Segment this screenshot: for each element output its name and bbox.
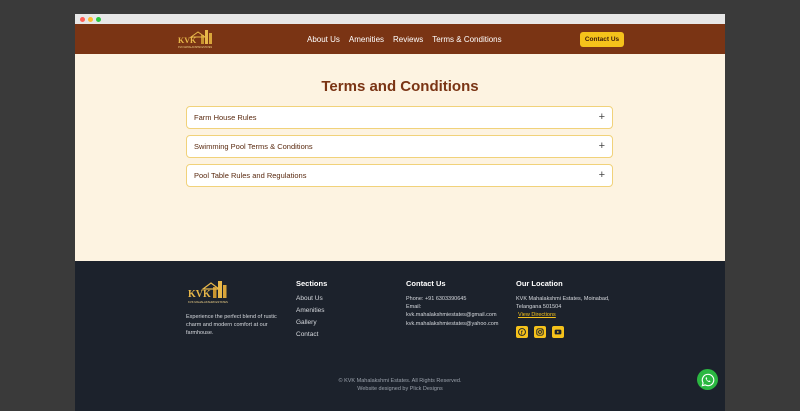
- nav-link-terms[interactable]: Terms & Conditions: [432, 35, 501, 44]
- footer-tagline: Experience the perfect blend of rustic c…: [186, 314, 277, 336]
- accordion-label: Farm House Rules: [194, 113, 257, 122]
- footer-link-amenities[interactable]: Amenities: [296, 307, 325, 314]
- whatsapp-icon[interactable]: [697, 369, 718, 390]
- svg-text:KVK MAHALAKSHMI ESTATES: KVK MAHALAKSHMI ESTATES: [178, 46, 212, 49]
- footer-logo[interactable]: KVK KVK MAHALAKSHMI ESTATES: [187, 278, 233, 306]
- plus-icon: +: [598, 140, 605, 152]
- view-directions-link[interactable]: View Directions: [518, 312, 556, 318]
- facebook-icon[interactable]: f: [516, 326, 528, 338]
- contact-email-label: Email:: [406, 304, 422, 310]
- instagram-icon[interactable]: [534, 326, 546, 338]
- svg-text:KVK: KVK: [188, 289, 211, 300]
- accordion-label: Pool Table Rules and Regulations: [194, 171, 307, 180]
- youtube-icon[interactable]: [552, 326, 564, 338]
- location-heading: Our Location: [516, 279, 563, 288]
- footer-credit: Website designed by Plick Designs: [357, 386, 443, 392]
- top-navbar: KVK KVK MAHALAKSHMI ESTATES About Us Ame…: [75, 24, 725, 54]
- nav-links: About Us Amenities Reviews Terms & Condi…: [307, 24, 502, 54]
- plus-icon: +: [598, 169, 605, 181]
- maximize-window-dot[interactable]: [96, 16, 101, 22]
- contact-email-gmail[interactable]: kvk.mahalakshmiestates@gmail.com: [406, 312, 497, 318]
- sections-heading: Sections: [296, 279, 328, 288]
- close-window-dot[interactable]: [80, 16, 85, 22]
- contact-us-button[interactable]: Contact Us: [580, 32, 624, 47]
- accordion-label: Swimming Pool Terms & Conditions: [194, 142, 313, 151]
- window-titlebar: [75, 14, 725, 24]
- contact-phone[interactable]: Phone: +91 6303390645: [406, 296, 466, 302]
- footer-link-gallery[interactable]: Gallery: [296, 319, 317, 326]
- contact-heading: Contact Us: [406, 279, 446, 288]
- svg-text:f: f: [521, 330, 523, 336]
- browser-window: KVK KVK MAHALAKSHMI ESTATES About Us Ame…: [75, 14, 725, 411]
- terms-section: Terms and Conditions Farm House Rules + …: [75, 54, 725, 261]
- svg-text:KVK: KVK: [178, 36, 197, 45]
- brand-logo[interactable]: KVK KVK MAHALAKSHMI ESTATES: [177, 28, 217, 50]
- svg-text:KVK MAHALAKSHMI ESTATES: KVK MAHALAKSHMI ESTATES: [188, 300, 228, 304]
- footer-copyright: © KVK Mahalakshmi Estates. All Rights Re…: [338, 378, 462, 384]
- location-address-line1: KVK Mahalakshmi Estates, Moinabad,: [516, 296, 610, 302]
- location-address-line2: Telangana 501504: [516, 304, 562, 310]
- plus-icon: +: [598, 111, 605, 123]
- page-title: Terms and Conditions: [321, 78, 479, 95]
- accordion-farm-house-rules[interactable]: Farm House Rules +: [186, 106, 613, 129]
- footer-link-contact[interactable]: Contact: [296, 331, 318, 338]
- nav-link-about-us[interactable]: About Us: [307, 35, 340, 44]
- accordion-pool-table-rules[interactable]: Pool Table Rules and Regulations +: [186, 164, 613, 187]
- contact-email-yahoo[interactable]: kvk.mahalakshmiestates@yahoo.com: [406, 321, 498, 327]
- accordion-swimming-pool-terms[interactable]: Swimming Pool Terms & Conditions +: [186, 135, 613, 158]
- site-footer: KVK KVK MAHALAKSHMI ESTATES Experience t…: [75, 261, 725, 411]
- nav-link-reviews[interactable]: Reviews: [393, 35, 423, 44]
- nav-link-amenities[interactable]: Amenities: [349, 35, 384, 44]
- footer-link-about-us[interactable]: About Us: [296, 295, 323, 302]
- minimize-window-dot[interactable]: [88, 16, 93, 22]
